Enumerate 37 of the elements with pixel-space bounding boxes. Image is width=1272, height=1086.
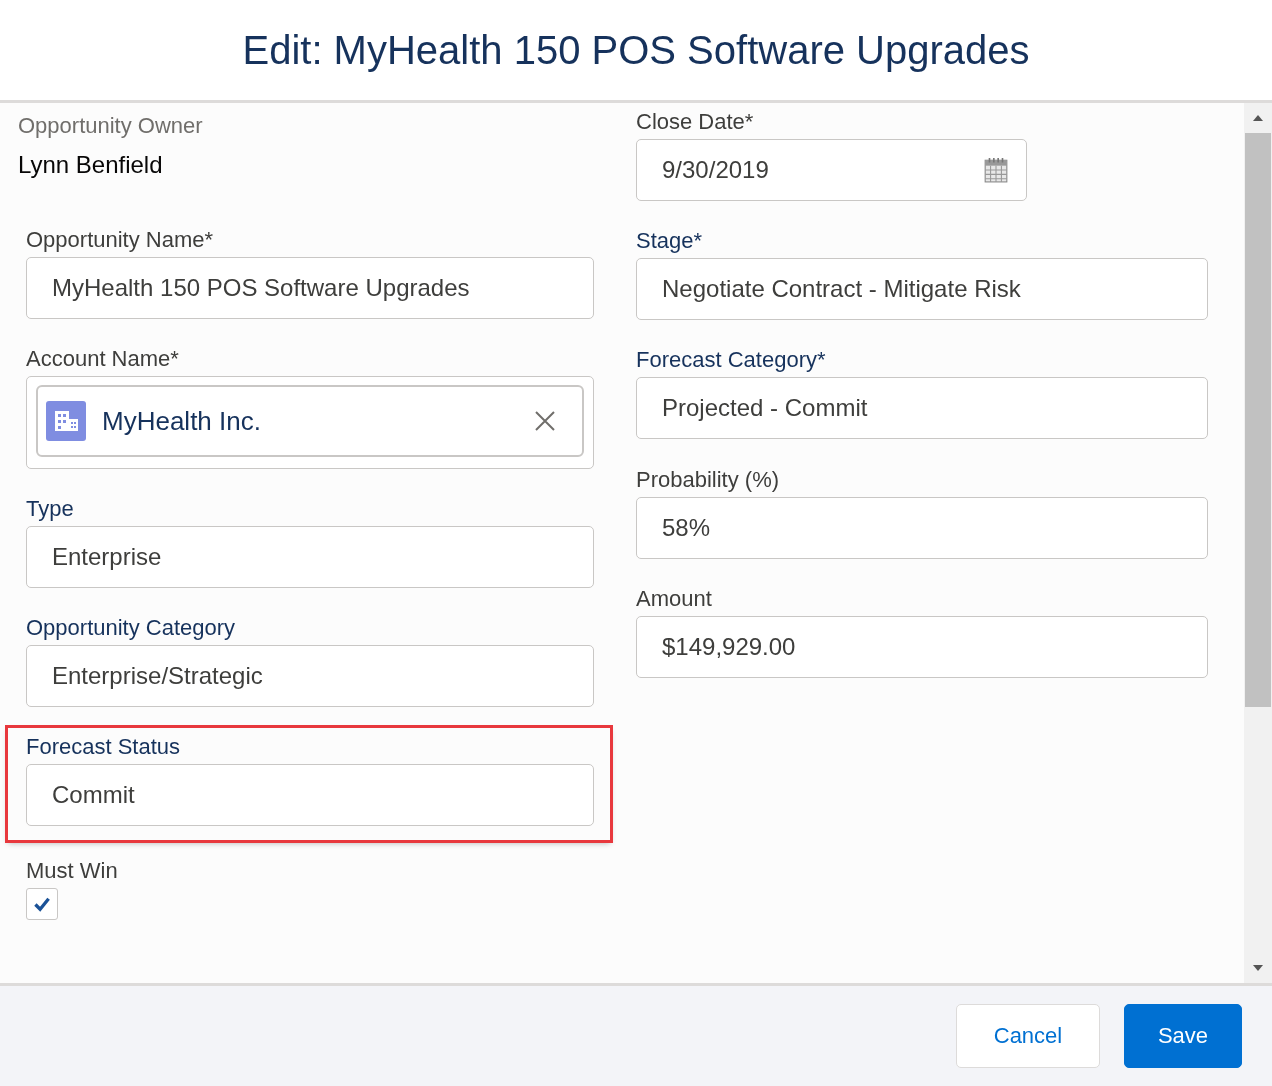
cancel-button[interactable]: Cancel [956, 1004, 1100, 1068]
field-label: Forecast Category* [636, 346, 827, 374]
close-icon[interactable] [534, 410, 556, 432]
calendar-icon [984, 157, 1008, 183]
input-field[interactable]: MyHealth 150 POS Software Upgrades [26, 257, 594, 319]
selected-record-pill[interactable]: MyHealth Inc. [36, 385, 584, 457]
field-label: Opportunity Name* [26, 226, 215, 254]
scroll-up-icon[interactable] [1252, 114, 1264, 122]
building-icon [46, 401, 86, 441]
record-name: MyHealth Inc. [102, 405, 262, 437]
field-label: Amount [636, 585, 713, 613]
input-field[interactable]: Enterprise [26, 526, 594, 588]
field-value: Lynn Benfield [18, 151, 164, 179]
input-field[interactable]: Commit [26, 764, 594, 826]
field-label: Forecast Status [26, 733, 182, 761]
date-field[interactable]: 9/30/2019 [636, 139, 1027, 201]
field-label: Stage* [636, 227, 704, 255]
scrollbar-thumb[interactable] [1245, 133, 1271, 707]
field-label: Opportunity Category [26, 614, 237, 642]
lookup-field[interactable]: MyHealth Inc. [26, 376, 594, 469]
scrollbar[interactable] [1244, 103, 1272, 983]
field-label: Close Date* [636, 108, 755, 136]
field-label: Probability (%) [636, 466, 781, 494]
checkbox[interactable] [26, 888, 58, 920]
field-label: Must Win [26, 857, 119, 885]
field-label: Account Name* [26, 345, 180, 373]
input-field[interactable]: 58% [636, 497, 1208, 559]
input-field[interactable]: Projected - Commit [636, 377, 1208, 439]
input-field[interactable]: $149,929.00 [636, 616, 1208, 678]
field-label: Type [26, 495, 75, 523]
input-field[interactable]: Negotiate Contract - Mitigate Risk [636, 258, 1208, 320]
checkmark-icon [33, 896, 51, 912]
modal-title: Edit: MyHealth 150 POS Software Upgrades [242, 27, 1030, 73]
save-button[interactable]: Save [1124, 1004, 1242, 1068]
input-field[interactable]: Enterprise/Strategic [26, 645, 594, 707]
field-label: Opportunity Owner [18, 112, 204, 140]
scroll-down-icon[interactable] [1252, 964, 1264, 972]
